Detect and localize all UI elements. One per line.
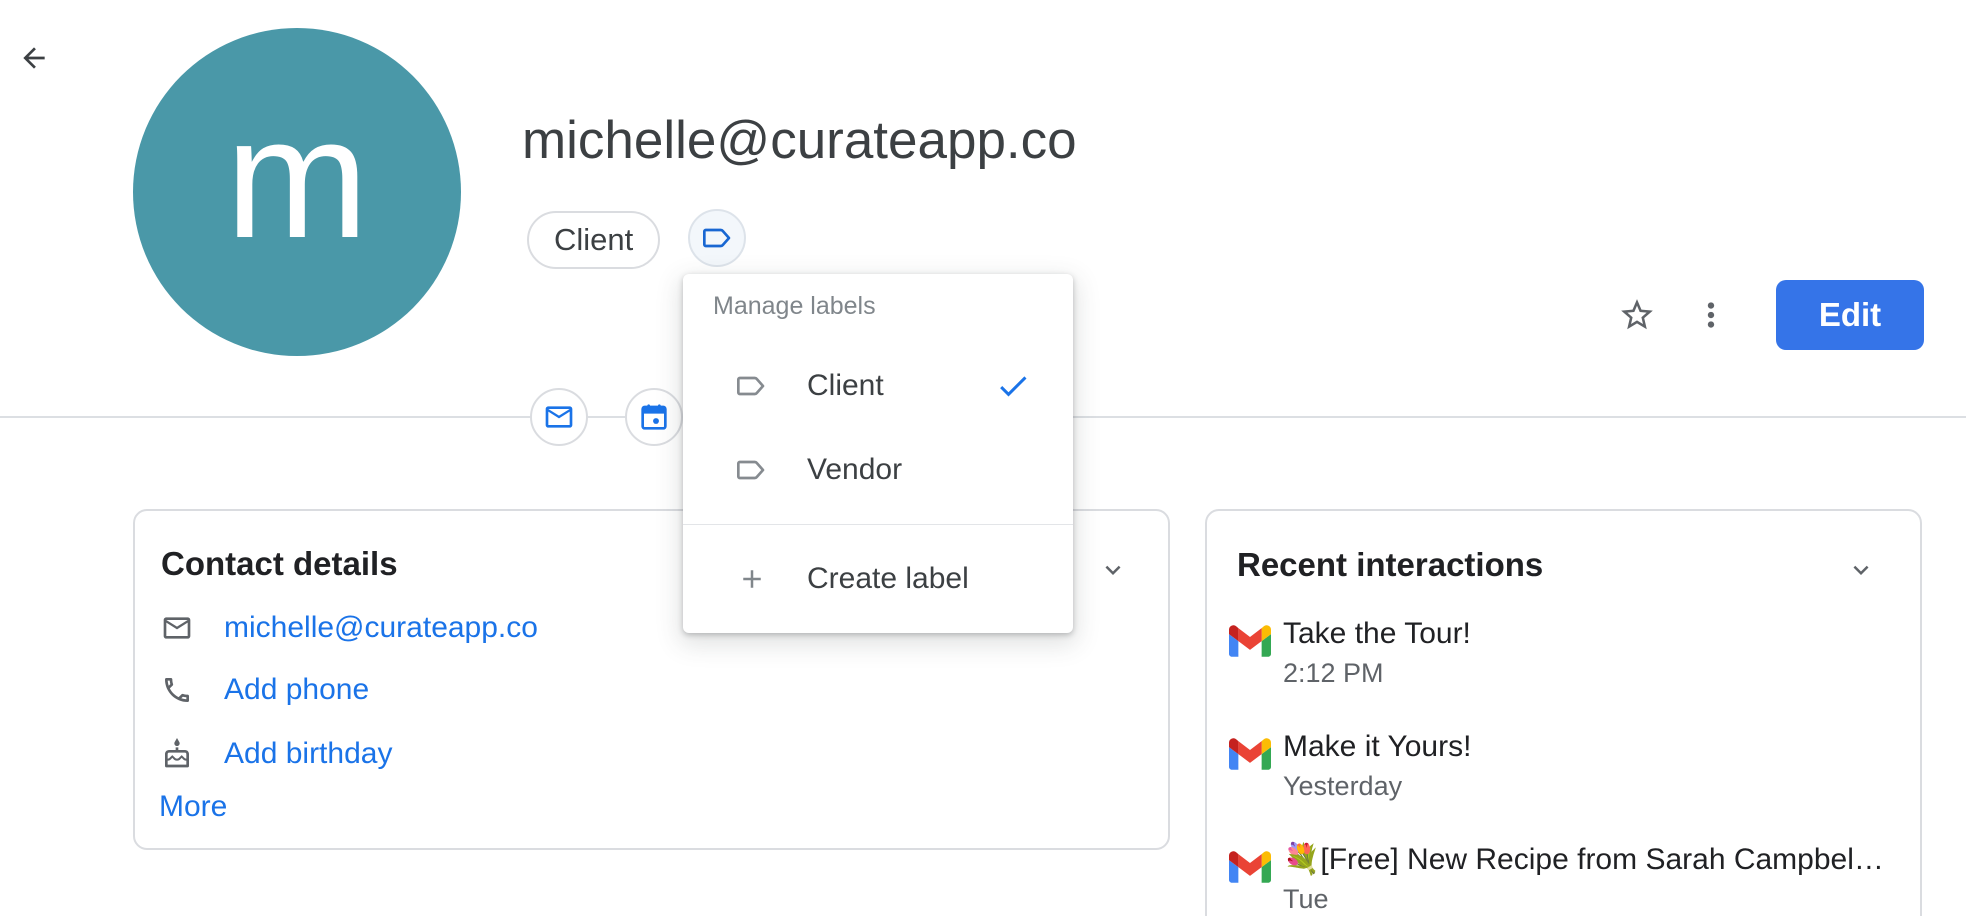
send-email-button[interactable] (530, 388, 588, 446)
contact-details-title: Contact details (161, 545, 398, 583)
manage-labels-menu-header: Manage labels (713, 290, 876, 322)
chevron-down-icon (1098, 555, 1128, 585)
more-actions-button[interactable] (1692, 296, 1730, 334)
interaction-item[interactable]: Take the Tour! 2:12 PM (1229, 615, 1890, 691)
back-button[interactable] (18, 42, 50, 74)
add-phone-link[interactable]: Add phone (224, 673, 369, 707)
interaction-time: Yesterday (1283, 768, 1471, 804)
menu-item-label: Client (807, 369, 884, 403)
add-phone-row: Add phone (161, 668, 369, 712)
add-birthday-row: Add birthday (161, 732, 392, 776)
birthday-cake-icon (161, 738, 193, 770)
contact-email-row: michelle@curateapp.co (161, 606, 538, 650)
contact-details-collapse-button[interactable] (1098, 555, 1128, 585)
gmail-icon (1229, 738, 1271, 770)
menu-item-vendor[interactable]: Vendor (683, 428, 1073, 512)
recent-interactions-title: Recent interactions (1237, 546, 1543, 584)
label-tag-icon (701, 222, 733, 254)
phone-icon (161, 674, 193, 706)
label-tag-icon (735, 370, 767, 402)
star-outline-icon (1618, 296, 1656, 334)
interaction-title: 💐[Free] New Recipe from Sarah Campbell +… (1283, 841, 1890, 879)
arrow-left-icon (18, 42, 50, 74)
mail-icon (161, 612, 193, 644)
recent-interactions-collapse-button[interactable] (1846, 555, 1876, 585)
add-birthday-link[interactable]: Add birthday (224, 737, 392, 771)
page-title: michelle@curateapp.co (522, 110, 1077, 172)
avatar-letter: m (225, 92, 368, 264)
interaction-item[interactable]: Make it Yours! Yesterday (1229, 728, 1890, 804)
recent-interactions-card: Recent interactions Take the Tour! 2:12 … (1205, 509, 1922, 916)
avatar: m (133, 28, 461, 356)
contact-email-link[interactable]: michelle@curateapp.co (224, 611, 538, 645)
interaction-time: 2:12 PM (1283, 655, 1471, 691)
label-tag-icon (735, 454, 767, 486)
label-chip-client[interactable]: Client (527, 211, 660, 269)
mail-icon (543, 401, 575, 433)
edit-button[interactable]: Edit (1776, 280, 1924, 350)
interaction-text: Make it Yours! Yesterday (1283, 728, 1471, 804)
gmail-icon (1229, 851, 1271, 883)
more-link[interactable]: More (159, 790, 227, 824)
contact-detail-page: m michelle@curateapp.co Client (0, 0, 1966, 916)
manage-labels-button[interactable] (688, 209, 746, 267)
interaction-text: 💐[Free] New Recipe from Sarah Campbell +… (1283, 841, 1890, 916)
gmail-icon (1229, 625, 1271, 657)
menu-item-label: Vendor (807, 453, 902, 487)
plus-icon (737, 564, 767, 594)
interaction-text: Take the Tour! 2:12 PM (1283, 615, 1471, 691)
interaction-title: Take the Tour! (1283, 615, 1471, 653)
menu-item-client[interactable]: Client (683, 344, 1073, 428)
manage-labels-menu: Manage labels Client Vendor Create label (683, 274, 1073, 633)
menu-item-create-label[interactable]: Create label (683, 525, 1073, 633)
interaction-item[interactable]: 💐[Free] New Recipe from Sarah Campbell +… (1229, 841, 1890, 916)
interaction-time: Tue (1283, 881, 1890, 916)
more-vert-icon (1692, 296, 1730, 334)
schedule-event-button[interactable] (625, 388, 683, 446)
star-contact-button[interactable] (1618, 296, 1656, 334)
chevron-down-icon (1846, 555, 1876, 585)
calendar-icon (638, 401, 670, 433)
menu-item-label: Create label (807, 562, 969, 596)
interaction-title: Make it Yours! (1283, 728, 1471, 766)
checkmark-icon (995, 368, 1031, 404)
